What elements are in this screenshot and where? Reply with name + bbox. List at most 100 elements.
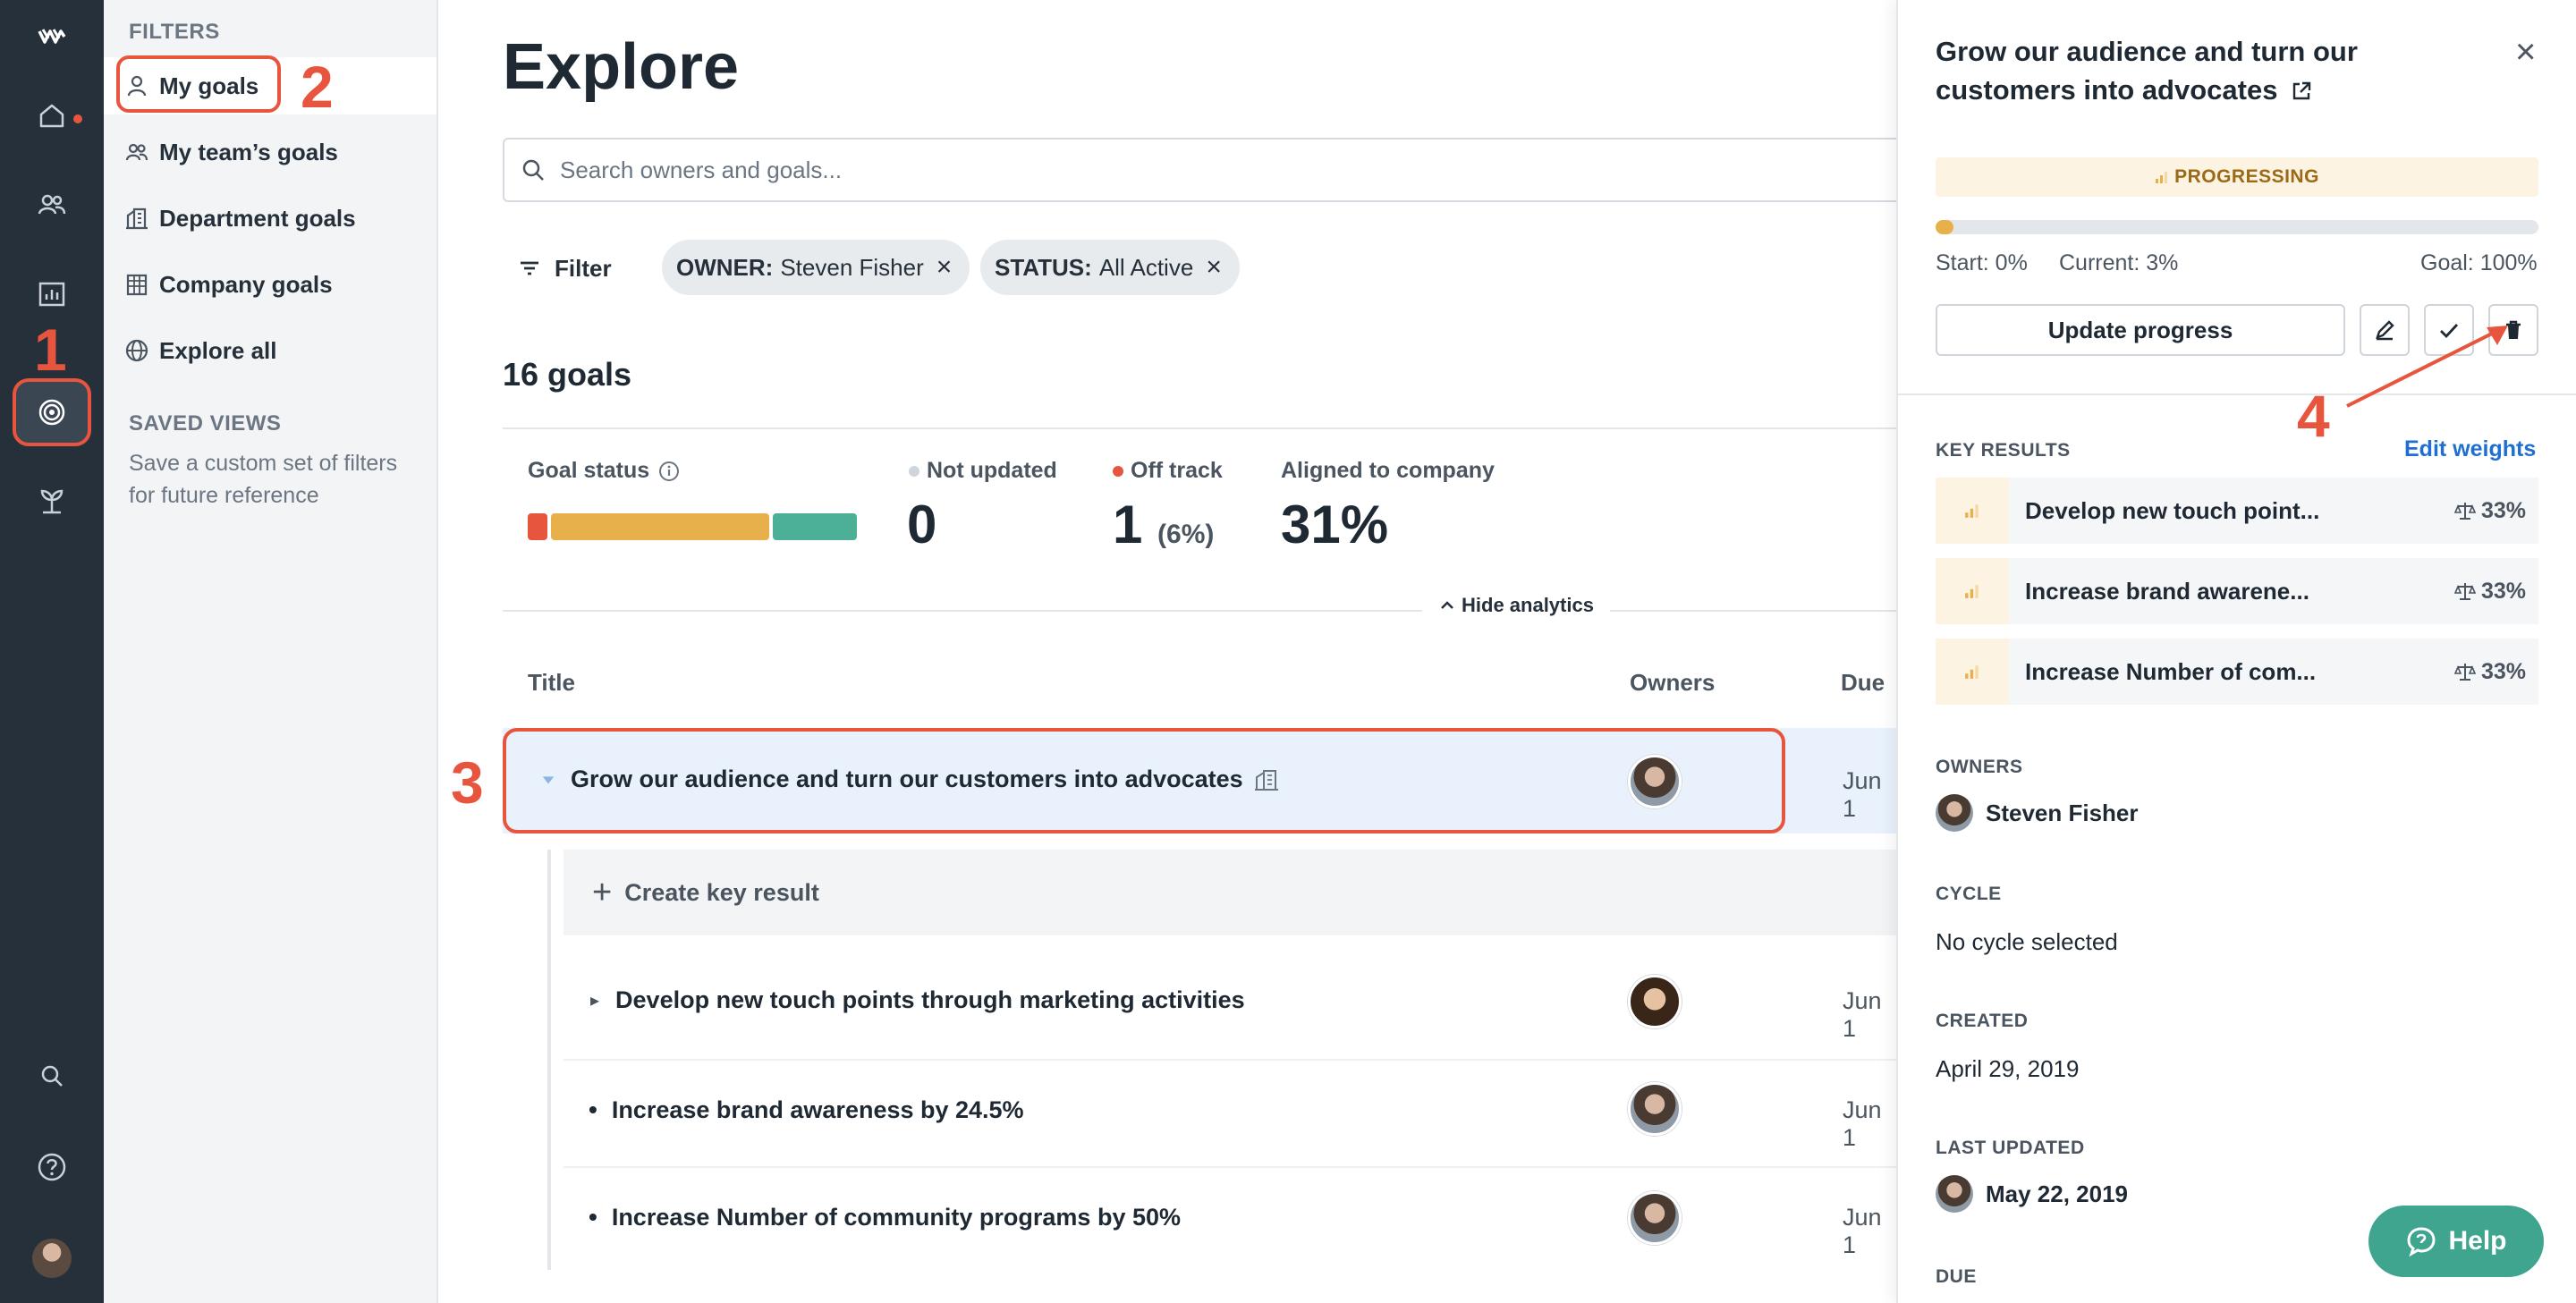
key-result-item[interactable]: Increase brand awarene... 33% — [1936, 558, 2538, 624]
column-title[interactable]: Title — [528, 669, 575, 697]
row-divider — [564, 1059, 1896, 1061]
child-connector-line — [547, 850, 551, 1270]
owner-filter-chip[interactable]: OWNER: Steven Fisher × — [662, 240, 970, 295]
search-icon[interactable] — [0, 1043, 104, 1109]
goal-due: Jun 1 — [1843, 767, 1882, 822]
team-icon — [125, 143, 148, 161]
scale-icon — [2453, 503, 2476, 520]
progress-fill — [1936, 220, 1954, 234]
signal-bars-icon — [1936, 478, 2009, 544]
chip-value: Steven Fisher — [780, 253, 924, 281]
goal-detail-panel: Grow our audience and turn our customers… — [1896, 0, 2576, 1303]
sidebar-item-label: Department goals — [159, 204, 356, 232]
nav-rail — [0, 0, 104, 1303]
sidebar-item-label: My team’s goals — [159, 138, 338, 165]
annotation-3: 3 — [451, 749, 484, 816]
close-icon[interactable]: × — [2515, 32, 2536, 72]
off-track-text: Off track — [1131, 458, 1223, 483]
scale-icon — [2453, 664, 2476, 681]
cycle-value[interactable]: No cycle selected — [1936, 928, 2118, 956]
status-text: PROGRESSING — [2174, 166, 2319, 187]
help-circle-icon[interactable] — [0, 1134, 104, 1200]
off-track-label: Off track — [1113, 458, 1223, 484]
create-key-result-button[interactable]: + Create key result — [564, 850, 1896, 935]
chat-bubble-icon — [2407, 1227, 2436, 1257]
key-result-weight: 33% — [2453, 498, 2538, 524]
last-updated-date: May 22, 2019 — [1986, 1180, 2129, 1207]
key-result-row-3[interactable]: • Increase Number of community programs … — [589, 1203, 1181, 1231]
notification-dot — [73, 114, 82, 123]
caret-right-icon[interactable]: ▸ — [590, 989, 599, 1011]
grey-dot — [909, 466, 919, 478]
saved-views-heading: SAVED VIEWS — [129, 411, 282, 436]
selected-row-annotation-outline — [503, 728, 1785, 833]
search-input[interactable] — [560, 156, 1812, 184]
building-icon — [126, 207, 148, 230]
owner-avatar[interactable] — [1628, 1191, 1682, 1245]
progress-bar — [1936, 220, 2538, 234]
update-progress-button[interactable]: Update progress — [1936, 304, 2345, 356]
owner-avatar[interactable] — [1628, 975, 1682, 1028]
edit-weights-link[interactable]: Edit weights — [2404, 436, 2536, 462]
key-result-due: Jun 1 — [1843, 1204, 1882, 1258]
key-result-item[interactable]: Develop new touch point... 33% — [1936, 478, 2538, 544]
info-icon[interactable] — [658, 461, 680, 482]
status-filter-chip[interactable]: STATUS: All Active × — [980, 240, 1240, 295]
column-owners[interactable]: Owners — [1630, 669, 1715, 697]
hide-analytics-button[interactable]: Hide analytics — [1422, 594, 1610, 617]
signal-bars-icon — [1936, 558, 2009, 624]
search-box[interactable] — [503, 138, 1934, 202]
bullet-icon: • — [589, 1203, 597, 1231]
analytics-divider — [503, 610, 1896, 612]
page-title: Explore — [503, 31, 740, 103]
sidebar-item-department-goals[interactable]: Department goals — [104, 190, 436, 247]
chevron-up-icon — [1441, 601, 1453, 609]
key-result-weight: 33% — [2453, 659, 2538, 685]
external-link-icon[interactable] — [2291, 80, 2312, 102]
help-button[interactable]: Help — [2368, 1206, 2544, 1277]
sidebar-item-team-goals[interactable]: My team’s goals — [104, 123, 436, 181]
chip-value: All Active — [1098, 253, 1194, 281]
progress-current: Current: 3% — [2059, 250, 2179, 275]
remove-chip-icon[interactable]: × — [936, 252, 953, 283]
red-dot — [1113, 466, 1123, 478]
column-due[interactable]: Due — [1841, 669, 1885, 697]
goals-target-icon[interactable] — [0, 379, 104, 445]
key-result-title: Develop new touch points through marketi… — [615, 986, 1245, 1013]
filters-heading: FILTERS — [129, 20, 220, 44]
growth-icon[interactable] — [0, 469, 104, 535]
sidebar-item-explore-all[interactable]: Explore all — [104, 322, 436, 379]
off-track-value: 1 (6%) — [1113, 494, 1214, 555]
sidebar-item-company-goals[interactable]: Company goals — [104, 256, 436, 313]
owner-name: Steven Fisher — [1986, 799, 2139, 826]
key-result-row-2[interactable]: • Increase brand awareness by 24.5% — [589, 1096, 1024, 1124]
filters-sidebar: FILTERS My goals My team’s goals Departm… — [104, 0, 438, 1303]
home-icon[interactable] — [0, 82, 104, 148]
owner-avatar[interactable] — [1628, 1082, 1682, 1136]
key-result-row-1[interactable]: ▸ Develop new touch points through marke… — [590, 986, 1245, 1014]
scale-icon — [2453, 583, 2476, 600]
logo-icon[interactable] — [0, 4, 104, 70]
off-track-percent: (6%) — [1157, 520, 1215, 549]
updater-avatar — [1936, 1175, 1973, 1213]
bullet-icon: • — [589, 1096, 597, 1123]
key-result-title: Increase brand awareness by 24.5% — [611, 1096, 1024, 1123]
key-result-due: Jun 1 — [1843, 987, 1882, 1042]
aligned-value: 31% — [1281, 495, 1389, 554]
remove-chip-icon[interactable]: × — [1206, 252, 1222, 283]
row-divider — [564, 1166, 1896, 1168]
status-segment — [550, 513, 770, 540]
sidebar-item-label: Explore all — [159, 336, 277, 364]
people-icon[interactable] — [0, 172, 104, 238]
owners-label: OWNERS — [1936, 757, 2023, 777]
owner-value[interactable]: Steven Fisher — [1936, 794, 2139, 832]
user-avatar[interactable] — [32, 1239, 72, 1278]
filter-label: Filter — [555, 254, 612, 282]
status-segment — [528, 513, 547, 540]
filter-button[interactable]: Filter — [517, 243, 612, 293]
help-label: Help — [2448, 1226, 2507, 1256]
key-result-item[interactable]: Increase Number of com... 33% — [1936, 639, 2538, 705]
chip-key: STATUS: — [995, 253, 1092, 281]
created-label: CREATED — [1936, 1011, 2029, 1031]
goal-count: 16 goals — [503, 356, 632, 393]
